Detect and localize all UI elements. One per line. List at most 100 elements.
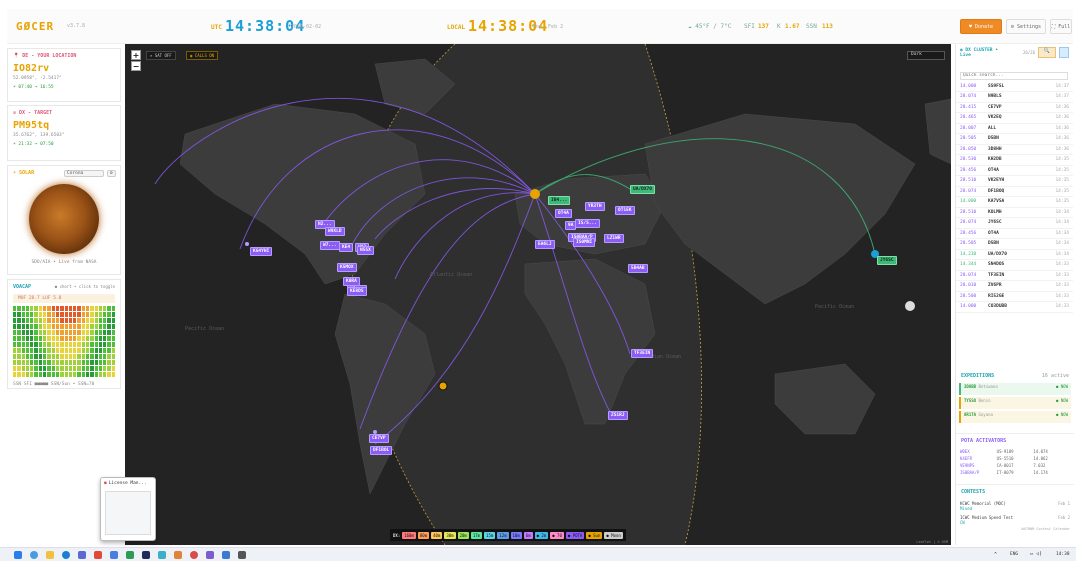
settings-button[interactable]: ⚙ Settings: [1006, 19, 1046, 34]
callsign-label[interactable]: 5B4AB: [628, 264, 648, 273]
spot-row[interactable]: 28.456 OT4A 14:35: [956, 166, 1073, 176]
calls-toggle[interactable]: ◉ CALLS ON: [186, 51, 219, 60]
callsign-label[interactable]: IS0MNI: [573, 238, 596, 247]
search-filter-button[interactable]: 🔍: [1038, 47, 1056, 58]
network-icon[interactable]: ▭ ◁): [1030, 551, 1042, 557]
app-icon[interactable]: [110, 551, 118, 559]
map-style-select[interactable]: Dark: [907, 51, 945, 60]
band-chip[interactable]: 20m: [457, 531, 469, 539]
band-chip[interactable]: ● Sun: [586, 531, 603, 539]
pota-row[interactable]: VE9NPS CA-0017 7.032: [956, 462, 1074, 469]
voacap-hint[interactable]: ● short • click to toggle: [55, 284, 115, 290]
spot-row[interactable]: 28.074 DF1BOQ 14:35: [956, 187, 1073, 197]
expedition-item[interactable]: TY5SO Benin ● NOW: [959, 397, 1071, 409]
spot-row[interactable]: 28.510 VK2EYH 14:35: [956, 176, 1073, 187]
donate-button[interactable]: ♥ Donate: [960, 19, 1002, 34]
band-chip[interactable]: 17m: [470, 531, 483, 539]
spot-row[interactable]: 28.465 VK2EQ 14:36: [956, 113, 1073, 124]
callsign-label[interactable]: UA/DX70: [630, 185, 655, 194]
band-chip[interactable]: 80m: [417, 531, 430, 539]
solar-settings-icon[interactable]: ⚙: [107, 170, 116, 177]
callsign-label[interactable]: EA6LJ: [535, 240, 555, 249]
edge-icon[interactable]: [62, 551, 70, 559]
callsign-label[interactable]: DF1BOL: [370, 446, 393, 455]
spot-row[interactable]: 28.010 ZV6PR 14:33: [956, 281, 1073, 292]
callsign-label[interactable]: CE7VP: [369, 434, 389, 443]
pota-row[interactable]: W0EX US-9189 14.074: [956, 448, 1074, 455]
world-map[interactable]: + − ✕ SAT OFF ◉ CALLS ON Dark Pacific Oc…: [125, 44, 951, 545]
voacap-heatmap[interactable]: [13, 306, 115, 377]
callsign-label[interactable]: N5SX: [357, 246, 374, 255]
fullscreen-button[interactable]: ⛶ Full: [1050, 19, 1072, 34]
band-chip[interactable]: 160m: [402, 531, 416, 539]
band-chip[interactable]: ● Moon: [604, 531, 623, 539]
callsign-label[interactable]: KE4: [339, 243, 354, 252]
spot-row[interactable]: 14.230 UA/DX70 14:34: [956, 250, 1073, 260]
app-icon[interactable]: [142, 551, 150, 559]
band-chip[interactable]: 15m: [484, 531, 496, 539]
band-chip[interactable]: 12m: [497, 531, 509, 539]
spot-row[interactable]: 28.500 RI52GE 14:33: [956, 292, 1073, 302]
spot-row[interactable]: 28.510 KOLMH 14:34: [956, 208, 1073, 218]
callsign-label[interactable]: KE8DS: [347, 287, 367, 296]
spot-row[interactable]: 28.074 N9BLS 14:37: [956, 92, 1073, 103]
spot-row[interactable]: 28.007 ALL 14:36: [956, 124, 1073, 134]
spot-row[interactable]: 28.505 D5BN 14:36: [956, 134, 1073, 145]
chrome-icon[interactable]: [190, 551, 198, 559]
zoom-out-button[interactable]: −: [131, 61, 141, 71]
spot-row[interactable]: 28.415 CE7VP 14:36: [956, 103, 1073, 113]
spot-row[interactable]: 28.050 3D8HH 14:36: [956, 145, 1073, 155]
callsign-label[interactable]: ZS1RJ: [608, 411, 628, 420]
callsign-label[interactable]: IS/S...: [575, 219, 600, 228]
expedition-item[interactable]: 8R1TA Guyana ● NOW: [959, 411, 1071, 423]
app-icon[interactable]: [94, 551, 102, 559]
callsign-label[interactable]: TF3EIN: [631, 349, 654, 358]
pota-row[interactable]: K4EFR US-5510 14.062: [956, 455, 1074, 462]
search-icon[interactable]: [30, 551, 38, 559]
band-chip[interactable]: ● 70: [550, 531, 564, 539]
spot-row[interactable]: 14.000 SS9FSL 14:37: [956, 82, 1073, 92]
band-chip[interactable]: 30m: [444, 531, 456, 539]
callsign-label[interactable]: YR3TH: [585, 202, 605, 211]
app-icon[interactable]: [78, 551, 86, 559]
callsign-label[interactable]: OT4A: [555, 209, 572, 218]
spot-row[interactable]: 28.505 D5BN 14:34: [956, 239, 1073, 250]
pota-row[interactable]: IS0BAA/P IT-0079 14.174: [956, 469, 1074, 476]
contest-item[interactable]: ICWC Medium Speed Test CW Feb 2: [956, 513, 1074, 527]
callsign-label[interactable]: LZ1WR: [604, 234, 624, 243]
app-icon[interactable]: [126, 551, 134, 559]
callsign-label[interactable]: W7...: [320, 241, 340, 250]
spot-row[interactable]: 28.074 JY6SC 14:34: [956, 218, 1073, 229]
solar-image-select[interactable]: Corona: [64, 170, 104, 177]
app-icon[interactable]: [174, 551, 182, 559]
sat-toggle[interactable]: ✕ SAT OFF: [146, 51, 176, 60]
spot-search-input[interactable]: [960, 71, 1068, 80]
folder-icon[interactable]: [46, 551, 54, 559]
spot-row[interactable]: 14.000 KA7VSA 14:35: [956, 197, 1073, 208]
map-toggle-button[interactable]: [1059, 47, 1069, 58]
app-icon[interactable]: [238, 551, 246, 559]
spot-row[interactable]: 28.074 TF3EIN 14:33: [956, 271, 1073, 281]
app-icon[interactable]: [222, 551, 230, 559]
zoom-in-button[interactable]: +: [131, 50, 141, 60]
band-chip[interactable]: 6m: [523, 531, 533, 539]
taskbar-clock[interactable]: 14:38: [1056, 552, 1070, 557]
spot-row[interactable]: 28.456 OT4A 14:34: [956, 229, 1073, 239]
spot-row[interactable]: 28.530 KH2DB 14:35: [956, 155, 1073, 166]
callsign-label[interactable]: W9XLD: [325, 227, 345, 236]
expedition-item[interactable]: 3D8BB Botswana ● NOW: [959, 383, 1071, 395]
contest-item[interactable]: KCWC Memorial (MOC) Mixed Feb 1: [956, 499, 1074, 513]
start-icon[interactable]: [14, 551, 22, 559]
app-icon[interactable]: [158, 551, 166, 559]
language-indicator[interactable]: ENG: [1010, 552, 1018, 557]
band-chip[interactable]: 10m: [510, 531, 522, 539]
callsign-label[interactable]: K5MOX: [337, 263, 357, 272]
spot-row[interactable]: 14.344 SN4DOS 14:33: [956, 260, 1073, 271]
callsign-label[interactable]: KG4YHI: [250, 247, 273, 256]
band-chip[interactable]: ● POTA: [565, 531, 585, 539]
app-icon[interactable]: [206, 551, 214, 559]
band-chip[interactable]: 40m: [431, 531, 443, 539]
tray-chevron-icon[interactable]: ^: [994, 552, 997, 558]
band-chip[interactable]: ● 2m: [534, 531, 549, 539]
callsign-label[interactable]: IB4...: [548, 196, 571, 205]
